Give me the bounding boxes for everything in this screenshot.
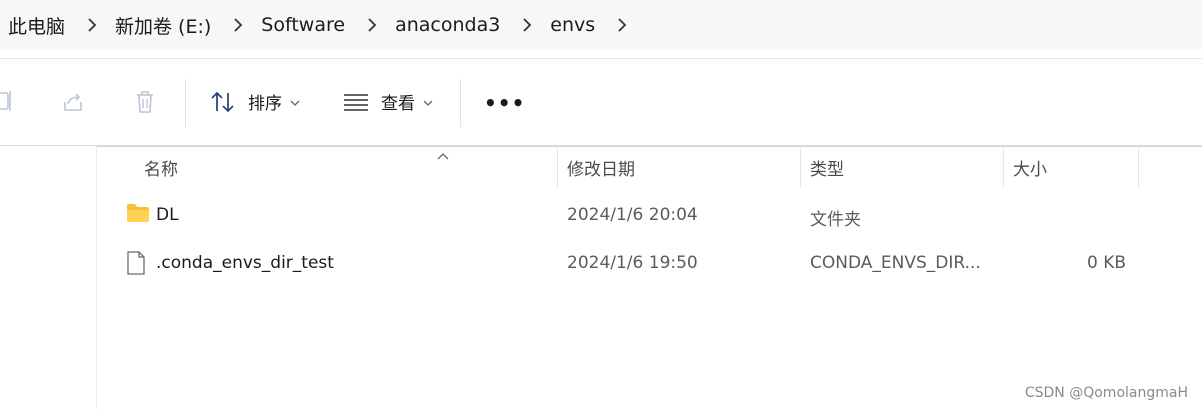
view-list-icon (343, 91, 369, 113)
breadcrumb-item-anaconda3[interactable]: anaconda3 (395, 14, 500, 36)
file-name: DL (156, 205, 179, 225)
column-header-type[interactable]: 类型 (810, 155, 844, 180)
breadcrumb-item-drive[interactable]: 新加卷 (E:) (115, 12, 211, 39)
column-header-size[interactable]: 大小 (1013, 155, 1047, 180)
column-divider[interactable] (1138, 146, 1139, 188)
file-type: CONDA_ENVS_DIR... (810, 253, 981, 273)
file-date: 2024/1/6 20:04 (567, 205, 698, 225)
column-header-date[interactable]: 修改日期 (567, 155, 635, 180)
file-date: 2024/1/6 19:50 (567, 253, 698, 273)
column-divider[interactable] (1003, 146, 1004, 188)
chevron-down-icon (290, 92, 300, 111)
file-size: 0 KB (1086, 253, 1126, 273)
toolbar-divider (185, 79, 186, 127)
chevron-right-icon[interactable] (223, 17, 253, 33)
watermark: CSDN @QomolangmaH (1024, 385, 1188, 401)
file-name: .conda_envs_dir_test (156, 253, 334, 273)
breadcrumb: 此电脑 新加卷 (E:) Software anaconda3 envs (0, 0, 1202, 50)
view-label: 查看 (381, 94, 415, 114)
column-header-name[interactable]: 名称 (144, 155, 178, 180)
trash-icon (133, 89, 157, 115)
chevron-right-icon[interactable] (77, 17, 107, 33)
command-bar: 排序 查看 ••• (0, 58, 1202, 147)
file-row[interactable]: DL 2024/1/6 20:04 文件夹 (96, 193, 1136, 239)
rename-button[interactable] (0, 89, 14, 113)
more-icon: ••• (484, 91, 526, 115)
column-divider[interactable] (557, 146, 558, 188)
share-icon (61, 90, 85, 114)
column-divider[interactable] (800, 146, 801, 188)
delete-button[interactable] (133, 89, 157, 115)
more-options-button[interactable]: ••• (484, 91, 525, 115)
folder-icon (126, 203, 150, 227)
chevron-down-icon (423, 92, 433, 111)
file-icon (126, 251, 146, 279)
file-row[interactable]: .conda_envs_dir_test 2024/1/6 19:50 COND… (96, 241, 1136, 287)
sort-label: 排序 (248, 94, 282, 114)
rename-icon (0, 89, 14, 113)
view-button[interactable]: 查看 (343, 89, 433, 114)
breadcrumb-item-this-pc[interactable]: 此电脑 (8, 12, 65, 39)
sort-arrows-icon (210, 90, 236, 114)
chevron-right-icon[interactable] (607, 17, 637, 33)
sort-ascending-caret-icon (436, 146, 450, 165)
toolbar-divider (460, 79, 461, 127)
file-type: 文件夹 (810, 210, 861, 230)
navigation-pane[interactable] (0, 146, 97, 409)
breadcrumb-item-envs[interactable]: envs (550, 14, 595, 36)
column-header-row: 名称 修改日期 类型 大小 (96, 146, 1202, 188)
breadcrumb-item-software[interactable]: Software (261, 14, 345, 36)
chevron-right-icon[interactable] (357, 17, 387, 33)
share-button[interactable] (61, 90, 85, 114)
chevron-right-icon[interactable] (512, 17, 542, 33)
sort-button[interactable]: 排序 (210, 89, 300, 114)
